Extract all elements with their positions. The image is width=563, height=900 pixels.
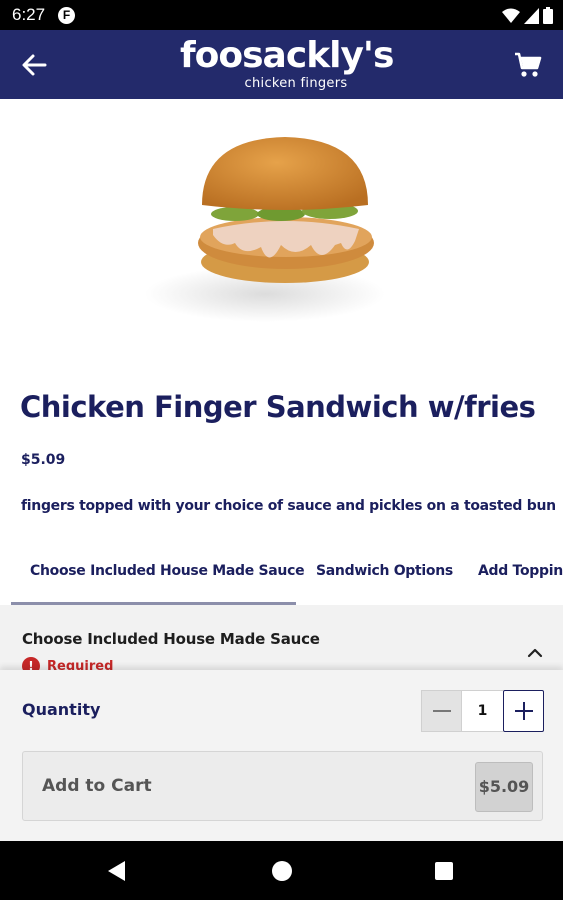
nav-recents-icon[interactable] [435,862,453,880]
increase-quantity-button[interactable] [503,690,544,732]
nav-back-icon[interactable] [106,860,128,882]
back-button[interactable] [14,46,54,84]
decrease-quantity-button[interactable] [421,690,462,732]
wifi-icon [502,8,520,23]
sauce-section-header[interactable]: Choose Included House Made Sauce ! Requi… [0,605,563,675]
product-price: $5.09 [21,452,66,468]
quantity-stepper: 1 [421,690,544,732]
tab-add-toppings[interactable]: Add Toppin [478,549,563,605]
signal-icon [524,7,539,24]
product-image [145,137,385,322]
logo-wordmark: foosackly's [180,35,394,76]
add-to-cart-price: $5.09 [475,762,533,812]
quantity-value: 1 [462,690,503,732]
chevron-up-icon[interactable] [525,643,545,663]
arrow-left-icon [22,54,47,76]
status-time: 6:27 [12,5,46,24]
status-icons [502,7,553,24]
add-to-cart-label: Add to Cart [42,776,152,796]
content-area: Chicken Finger Sandwich w/fries $5.09 fi… [0,99,563,841]
tab-house-made-sauce[interactable]: Choose Included House Made Sauce [30,549,305,605]
logo-tagline: chicken fingers [244,76,348,91]
nav-home-icon[interactable] [272,861,292,881]
add-to-cart-button[interactable]: Add to Cart $5.09 [22,751,543,821]
section-title: Choose Included House Made Sauce [22,630,320,648]
status-bar: 6:27 F [0,0,563,30]
cart-button[interactable] [511,48,545,82]
minus-icon [432,710,451,712]
order-panel: Quantity 1 Add to Cart $5.09 [0,670,563,841]
option-tabs: Choose Included House Made Sauce Sandwic… [0,549,563,605]
quantity-label: Quantity [22,700,101,719]
product-title: Chicken Finger Sandwich w/fries [20,390,536,424]
app-bar: foosackly's chicken fingers [0,30,563,99]
plus-icon [514,702,533,720]
product-description: fingers topped with your choice of sauce… [21,498,556,514]
system-nav-bar [0,841,563,900]
shopping-cart-icon [515,52,542,77]
brand-logo: foosackly's chicken fingers [180,34,394,96]
notification-badge: F [58,7,75,24]
battery-icon [543,7,553,24]
tab-sandwich-options[interactable]: Sandwich Options [316,549,453,605]
